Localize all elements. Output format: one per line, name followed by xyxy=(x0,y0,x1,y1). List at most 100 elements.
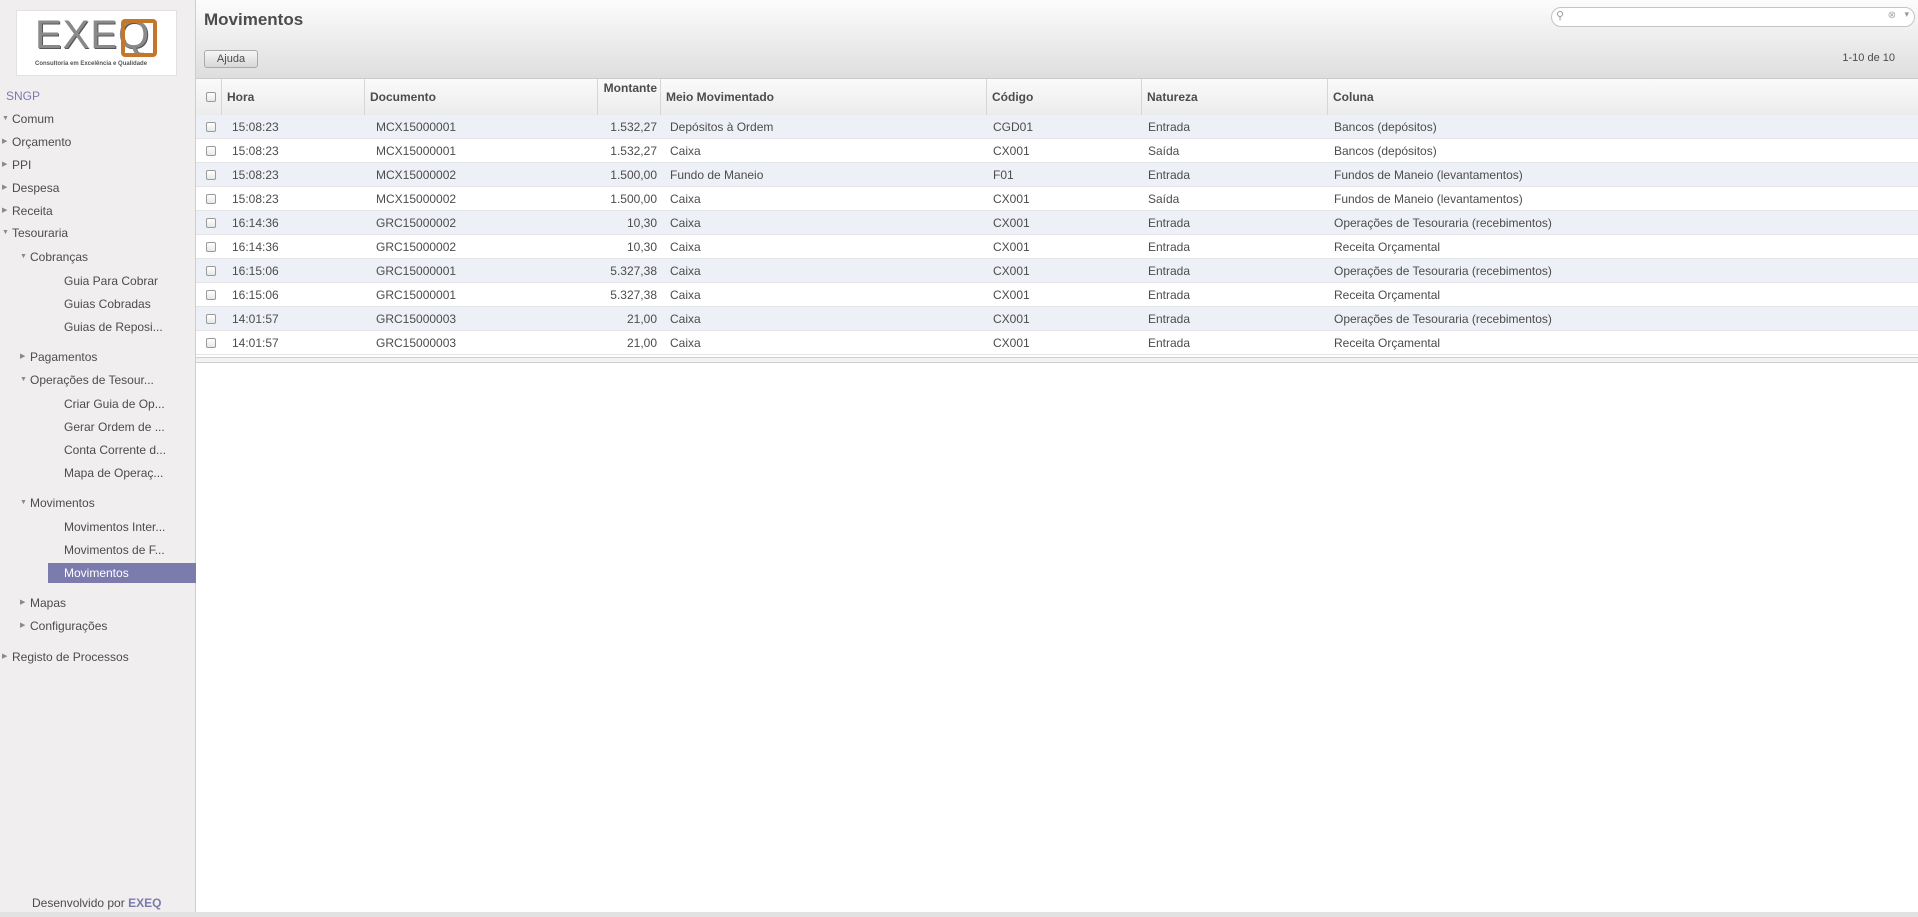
sidebar-item-configuracoes[interactable]: Configurações xyxy=(30,616,180,636)
sidebar-item-mapa-operacoes[interactable]: Mapa de Operaç... xyxy=(64,463,180,483)
select-all-checkbox[interactable] xyxy=(206,92,216,102)
cell-natureza: Entrada xyxy=(1148,336,1191,350)
column-header-codigo[interactable]: Código xyxy=(986,79,1141,115)
table-row[interactable]: 15:08:23 MCX15000002 1.500,00 Caixa CX001 Saí… xyxy=(196,187,1918,211)
row-checkbox[interactable] xyxy=(206,314,216,324)
search-box[interactable]: ⚲ ⊗ ▾ xyxy=(1551,7,1915,27)
sidebar-item-cobrancas[interactable]: Cobranças xyxy=(30,247,180,267)
cell-meio-movimentado: Caixa xyxy=(670,192,701,206)
cell-coluna: Operações de Tesouraria (recebimentos) xyxy=(1334,312,1552,326)
cell-natureza: Saída xyxy=(1148,144,1180,158)
cell-codigo: CGD01 xyxy=(993,120,1034,134)
cell-meio-movimentado: Caixa xyxy=(670,144,701,158)
expand-arrow-icon[interactable]: ▶ xyxy=(2,132,7,152)
cell-meio-movimentado: Caixa xyxy=(670,240,701,254)
table-row[interactable]: 16:14:36 GRC15000002 10,30 Caixa CX001 Entrad… xyxy=(196,235,1918,259)
expand-arrow-icon[interactable]: ▶ xyxy=(20,616,25,636)
row-checkbox[interactable] xyxy=(206,194,216,204)
sidebar-item-movimentos-group[interactable]: Movimentos xyxy=(30,493,180,513)
collapse-arrow-icon[interactable]: ▼ xyxy=(2,223,9,243)
expand-arrow-icon[interactable]: ▶ xyxy=(2,647,7,667)
collapse-arrow-icon[interactable]: ▼ xyxy=(2,109,9,129)
sidebar-item-guia-para-cobrar[interactable]: Guia Para Cobrar xyxy=(64,271,180,291)
cell-montante: 10,30 xyxy=(626,240,657,254)
column-header-meio-movimentado[interactable]: Meio Movimentado xyxy=(660,79,986,115)
developer-brand-link[interactable]: EXEQ xyxy=(128,896,161,910)
search-options-chevron-icon[interactable]: ▾ xyxy=(1904,9,1909,20)
collapse-arrow-icon[interactable]: ▼ xyxy=(20,370,27,390)
cell-codigo: F01 xyxy=(993,168,1014,182)
sidebar-item-operacoes-tesouraria[interactable]: Operações de Tesour... xyxy=(30,370,180,390)
sngp-root-link[interactable]: SNGP xyxy=(6,89,40,103)
sidebar-item-criar-guia[interactable]: Criar Guia de Op... xyxy=(64,394,180,414)
column-header-montante[interactable]: Montante xyxy=(597,79,660,115)
cell-meio-movimentado: Caixa xyxy=(670,312,701,326)
sidebar-item-tesouraria[interactable]: Tesouraria xyxy=(12,223,180,243)
column-header-documento[interactable]: Documento xyxy=(364,79,597,115)
cell-montante: 10,30 xyxy=(626,216,657,230)
expand-arrow-icon[interactable]: ▶ xyxy=(20,347,25,367)
logo[interactable]: EXEQ Consultoria em Excelência e Qualida… xyxy=(16,10,177,76)
sidebar-item-guias-cobradas[interactable]: Guias Cobradas xyxy=(64,294,180,314)
row-checkbox[interactable] xyxy=(206,266,216,276)
table-row[interactable]: 15:08:23 MCX15000001 1.532,27 Depósitos à O… xyxy=(196,115,1918,139)
table-row[interactable]: 16:14:36 GRC15000002 10,30 Caixa CX001 Entrad… xyxy=(196,211,1918,235)
sidebar-item-ppi[interactable]: PPI xyxy=(12,155,180,175)
row-checkbox[interactable] xyxy=(206,218,216,228)
collapse-arrow-icon[interactable]: ▼ xyxy=(20,493,27,513)
bottom-scrollbar[interactable] xyxy=(0,912,1918,917)
row-checkbox[interactable] xyxy=(206,338,216,348)
cell-hora: 14:01:57 xyxy=(232,336,279,350)
sidebar-item-despesa[interactable]: Despesa xyxy=(12,178,180,198)
column-header-natureza[interactable]: Natureza xyxy=(1141,79,1327,115)
pager[interactable]: 1-10 de 10 xyxy=(1842,52,1895,64)
cell-coluna: Fundos de Maneio (levantamentos) xyxy=(1334,168,1523,182)
column-header-coluna[interactable]: Coluna xyxy=(1327,79,1918,115)
cell-hora: 14:01:57 xyxy=(232,312,279,326)
table-row[interactable]: 15:08:23 MCX15000001 1.532,27 Caixa CX001 Saí… xyxy=(196,139,1918,163)
search-icon: ⚲ xyxy=(1556,10,1565,22)
row-checkbox[interactable] xyxy=(206,290,216,300)
cell-natureza: Saída xyxy=(1148,192,1180,206)
sidebar-item-orcamento[interactable]: Orçamento xyxy=(12,132,180,152)
cell-hora: 16:15:06 xyxy=(232,288,279,302)
row-checkbox[interactable] xyxy=(206,122,216,132)
cell-montante: 5.327,38 xyxy=(610,288,657,302)
expand-arrow-icon[interactable]: ▶ xyxy=(20,593,25,613)
table-row[interactable]: 15:08:23 MCX15000002 1.500,00 Fundo de Mane… xyxy=(196,163,1918,187)
cell-documento: MCX15000002 xyxy=(376,192,457,206)
cell-coluna: Receita Orçamental xyxy=(1334,288,1441,302)
sidebar-item-registo-processos[interactable]: Registo de Processos xyxy=(12,647,180,667)
expand-arrow-icon[interactable]: ▶ xyxy=(2,155,7,175)
cell-codigo: CX001 xyxy=(993,192,1030,206)
cell-documento: GRC15000002 xyxy=(376,216,457,230)
sidebar-item-movimentos-internos[interactable]: Movimentos Inter... xyxy=(64,517,180,537)
table-row[interactable]: 14:01:57 GRC15000003 21,00 Caixa CX001 Entrad… xyxy=(196,307,1918,331)
sidebar-item-pagamentos[interactable]: Pagamentos xyxy=(30,347,180,367)
sidebar-item-receita[interactable]: Receita xyxy=(12,201,180,221)
collapse-arrow-icon[interactable]: ▼ xyxy=(20,247,27,267)
table-row[interactable]: 16:15:06 GRC15000001 5.327,38 Caixa CX001 Ent… xyxy=(196,283,1918,307)
sidebar-item-movimentos-de-fundos[interactable]: Movimentos de F... xyxy=(64,540,180,560)
help-button[interactable]: Ajuda xyxy=(204,50,258,68)
row-checkbox[interactable] xyxy=(206,146,216,156)
sidebar-item-mapas[interactable]: Mapas xyxy=(30,593,180,613)
expand-arrow-icon[interactable]: ▶ xyxy=(2,178,7,198)
clear-search-icon[interactable]: ⊗ xyxy=(1888,10,1896,21)
sidebar-item-comum[interactable]: Comum xyxy=(12,109,180,129)
search-input[interactable] xyxy=(1570,10,1874,26)
row-checkbox[interactable] xyxy=(206,242,216,252)
sidebar-item-guias-de-reposicao[interactable]: Guias de Reposi... xyxy=(64,317,180,337)
cell-natureza: Entrada xyxy=(1148,216,1191,230)
cell-montante: 1.500,00 xyxy=(610,168,657,182)
expand-arrow-icon[interactable]: ▶ xyxy=(2,201,7,221)
developer-credit-prefix: Desenvolvido por xyxy=(32,896,125,910)
cell-documento: MCX15000001 xyxy=(376,120,457,134)
sidebar-item-gerar-ordem[interactable]: Gerar Ordem de ... xyxy=(64,417,180,437)
column-header-hora[interactable]: Hora xyxy=(221,79,364,115)
table-row[interactable]: 16:15:06 GRC15000001 5.327,38 Caixa CX001 Ent… xyxy=(196,259,1918,283)
row-checkbox[interactable] xyxy=(206,170,216,180)
sidebar-item-movimentos[interactable]: Movimentos xyxy=(48,563,196,583)
sidebar-item-conta-corrente[interactable]: Conta Corrente d... xyxy=(64,440,180,460)
table-row[interactable]: 14:01:57 GRC15000003 21,00 Caixa CX001 Entrad… xyxy=(196,331,1918,355)
